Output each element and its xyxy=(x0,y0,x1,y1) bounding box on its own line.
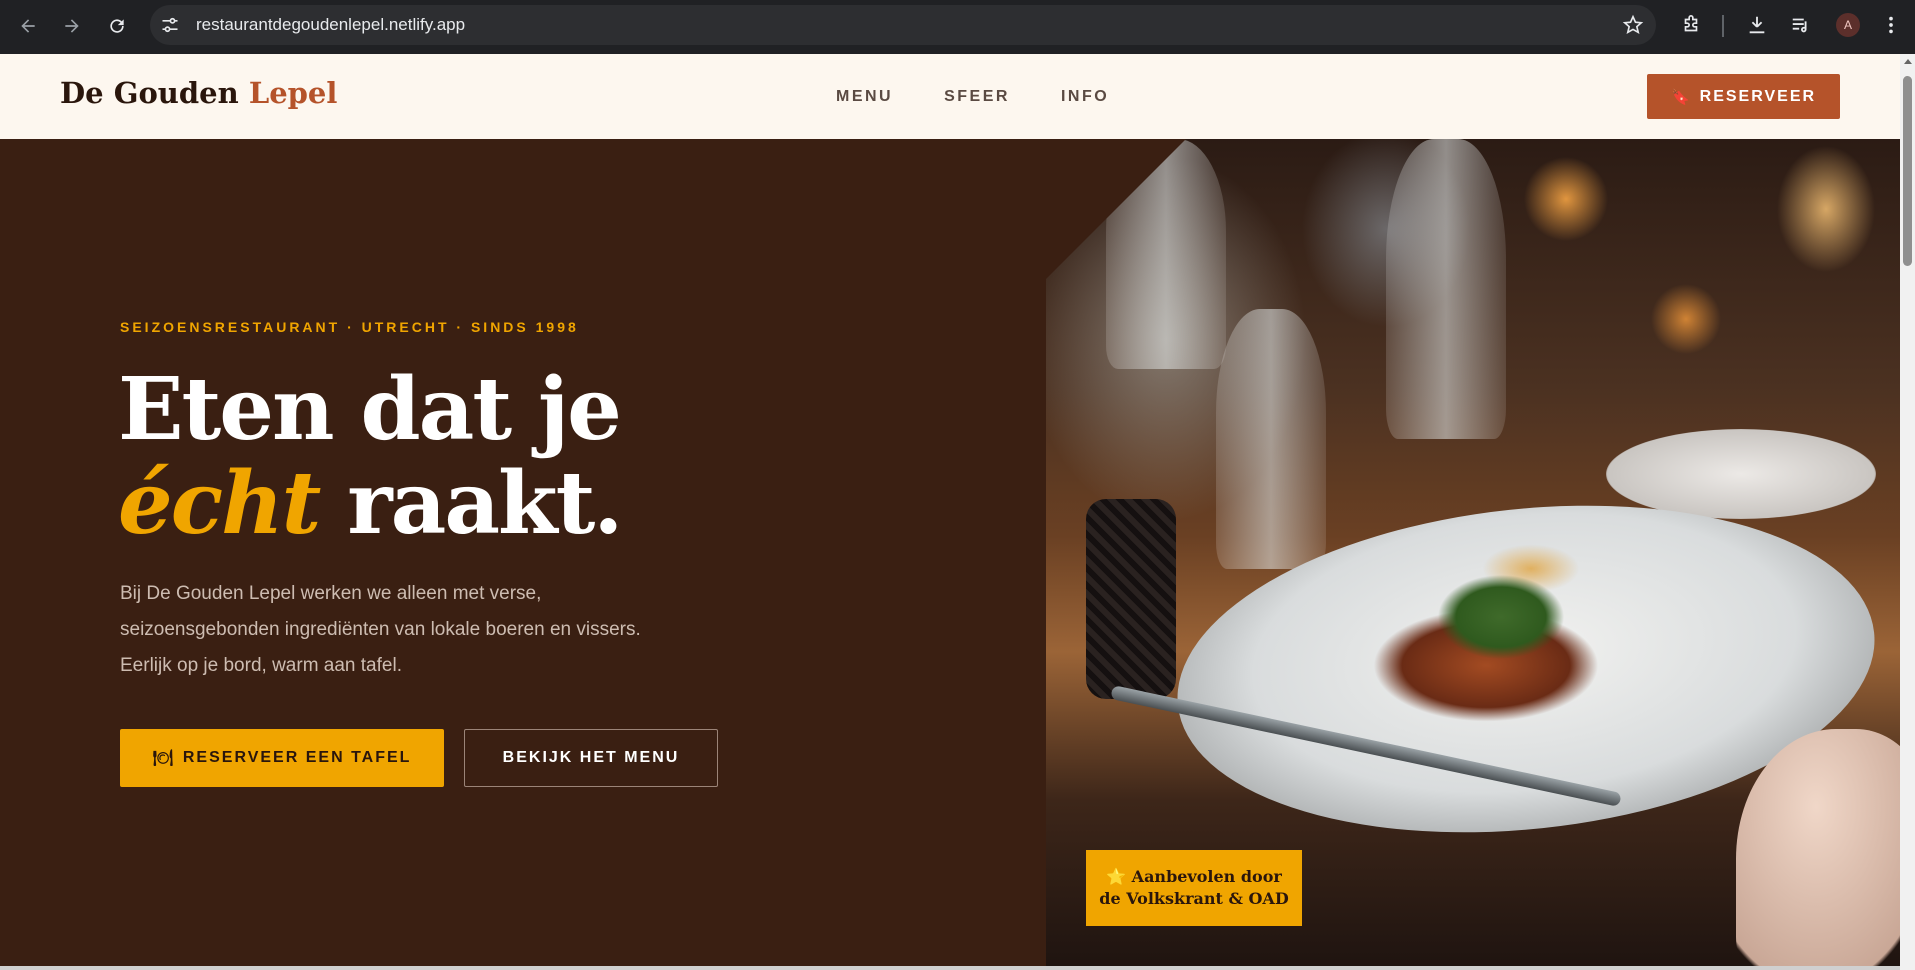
scrollbar-thumb[interactable] xyxy=(1903,76,1912,266)
main-nav: MENU SFEER INFO xyxy=(836,54,1109,139)
nav-link-info[interactable]: INFO xyxy=(1061,88,1109,106)
headline-rest: raakt. xyxy=(347,453,623,554)
playlist-icon xyxy=(1792,18,1807,33)
primary-button-label: RESERVEER EEN TAFEL xyxy=(182,749,412,766)
water-glass-shape xyxy=(1216,309,1326,569)
extensions-button[interactable] xyxy=(1677,11,1705,39)
site-header: De Gouden Lepel MENU SFEER INFO 🔖 RESERV… xyxy=(0,54,1900,139)
bekijk-menu-button[interactable]: BEKIJK HET MENU xyxy=(464,729,718,787)
browser-menu-button[interactable] xyxy=(1877,11,1905,39)
badge-line2: de Volkskrant & OAD xyxy=(1099,889,1289,908)
scroll-up-arrow-icon[interactable] xyxy=(1904,59,1912,64)
hero-description: Bij De Gouden Lepel werken we alleen met… xyxy=(120,583,641,676)
logo-main-text: De Gouden xyxy=(60,76,239,110)
url-text[interactable]: restaurantdegoudenlepel.netlify.app xyxy=(196,5,465,45)
bread-basket-shape xyxy=(1086,499,1176,699)
site-settings-icon[interactable] xyxy=(160,15,180,35)
kebab-menu-icon xyxy=(1889,16,1893,34)
forward-button[interactable] xyxy=(56,10,88,42)
browser-toolbar: restaurantdegoudenlepel.netlify.app A xyxy=(0,0,1915,54)
nav-link-sfeer[interactable]: SFEER xyxy=(944,88,1010,106)
forward-arrow-icon xyxy=(65,19,79,33)
profile-avatar[interactable]: A xyxy=(1836,13,1860,37)
site-logo[interactable]: De Gouden Lepel xyxy=(60,76,337,110)
photo-edge-strip xyxy=(1046,139,1096,966)
recommendation-badge: ⭐ Aanbevolen door de Volkskrant & OAD xyxy=(1086,850,1302,926)
downloads-button[interactable] xyxy=(1743,11,1771,39)
reserveer-label: RESERVEER xyxy=(1699,87,1817,105)
back-button[interactable] xyxy=(12,10,44,42)
bookmark-icon: 🔖 xyxy=(1670,88,1692,106)
hero-eyebrow: SEIZOENSRESTAURANT · UTRECHT · SINDS 199… xyxy=(120,319,579,335)
puzzle-icon xyxy=(1684,15,1698,32)
bottom-edge xyxy=(0,966,1900,970)
reserveer-een-tafel-button[interactable]: 🍽 RESERVEER EEN TAFEL xyxy=(120,729,444,787)
background-plate-shape xyxy=(1606,429,1876,519)
address-bar[interactable]: restaurantdegoudenlepel.netlify.app xyxy=(150,5,1656,45)
badge-line1: ⭐ Aanbevolen door xyxy=(1106,867,1282,886)
dining-icon: 🍽 xyxy=(152,750,175,767)
reserveer-button[interactable]: 🔖 RESERVEER xyxy=(1647,74,1840,119)
hero-section: SEIZOENSRESTAURANT · UTRECHT · SINDS 199… xyxy=(0,139,1900,966)
dish-shape xyxy=(1336,529,1636,749)
toolbar-divider xyxy=(1722,15,1724,37)
hero-headline: Eten dat je écht raakt. xyxy=(118,363,623,554)
secondary-button-label: BEKIJK HET MENU xyxy=(502,749,680,766)
page-scrollbar[interactable] xyxy=(1900,54,1915,970)
bookmark-star-icon[interactable] xyxy=(1622,14,1644,36)
headline-line1: Eten dat je xyxy=(118,359,622,460)
back-arrow-icon xyxy=(21,19,35,33)
headline-emphasis: écht xyxy=(118,453,321,554)
nav-link-menu[interactable]: MENU xyxy=(836,88,893,106)
reload-button[interactable] xyxy=(101,10,133,42)
download-icon xyxy=(1749,16,1765,34)
glass-shape xyxy=(1386,139,1506,439)
media-controls-button[interactable] xyxy=(1787,11,1815,39)
logo-accent-text: Lepel xyxy=(248,76,338,110)
reload-icon xyxy=(110,19,124,33)
